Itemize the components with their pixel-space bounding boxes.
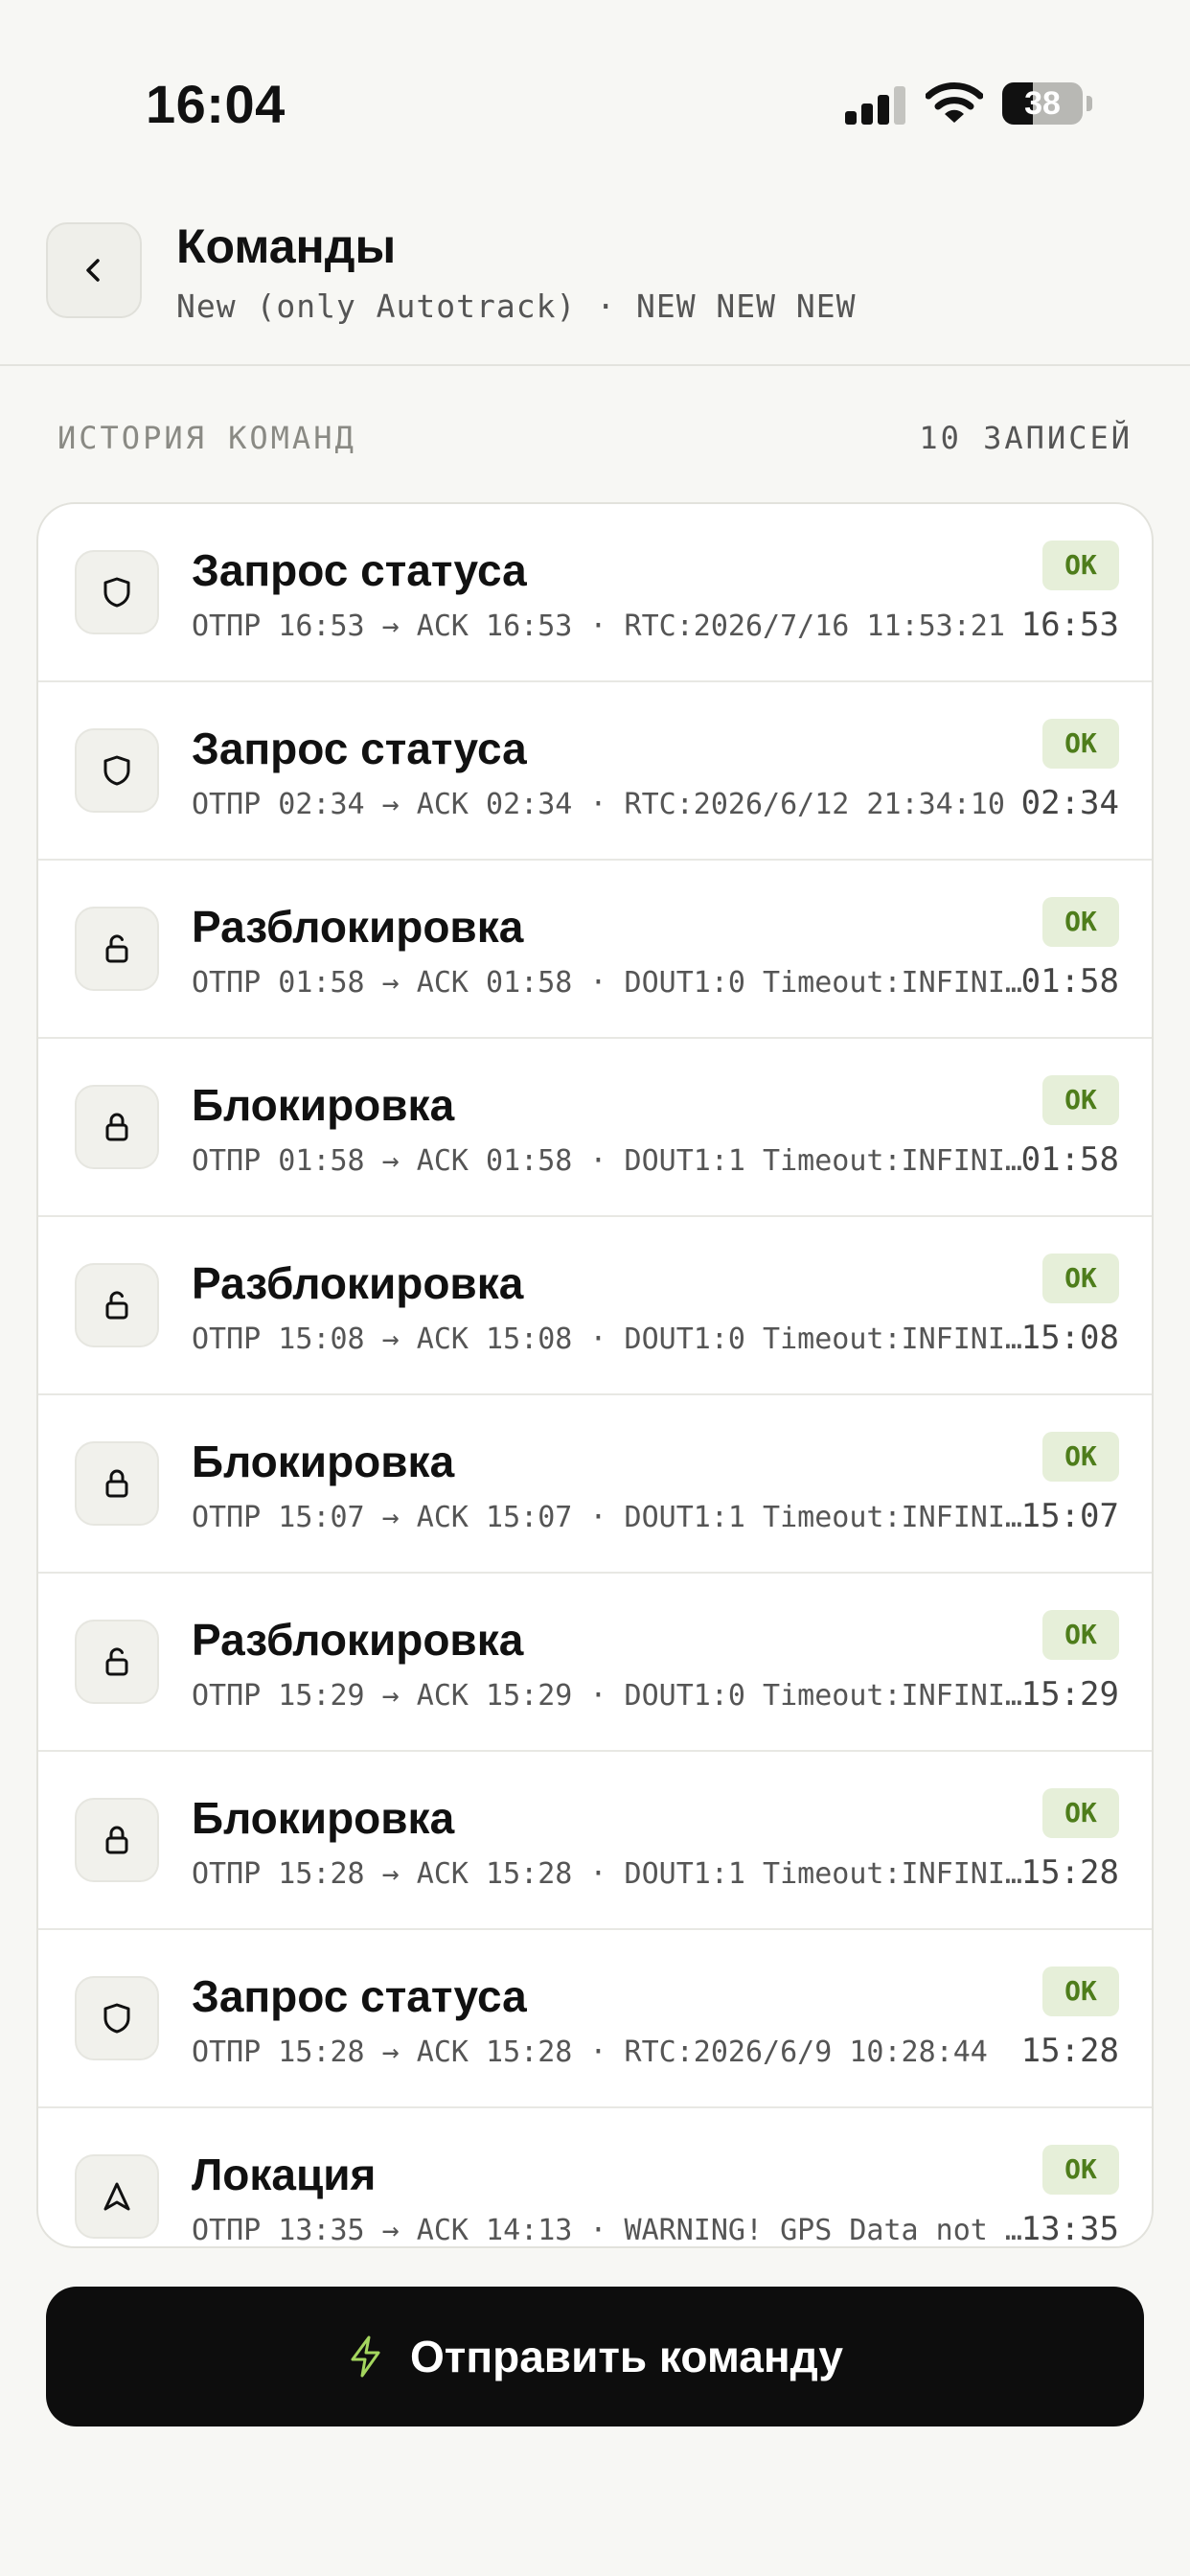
status-badge: OK: [1042, 1075, 1119, 1125]
command-time: 01:58: [1020, 1140, 1119, 1179]
status-badge: OK: [1042, 540, 1119, 590]
command-row[interactable]: Блокировка ОТПР 15:07 → АСК 15:07 · DOUT1…: [38, 1395, 1152, 1574]
status-badge: OK: [1042, 1610, 1119, 1660]
command-meta: ОТПР 01:58 → АСК 01:58 · DOUT1:1 Timeout…: [192, 1144, 1025, 1178]
status-time: 16:04: [146, 74, 286, 134]
battery-icon: 38: [1002, 82, 1094, 125]
command-row[interactable]: Запрос статуса ОТПР 16:53 → АСК 16:53 · R…: [38, 504, 1152, 682]
command-title: Блокировка: [192, 1793, 455, 1843]
status-badge: OK: [1042, 1788, 1119, 1838]
command-row[interactable]: Запрос статуса ОТПР 15:28 → АСК 15:28 · R…: [38, 1930, 1152, 2108]
command-title: Локация: [192, 2150, 377, 2199]
command-time: 02:34: [1020, 784, 1119, 822]
command-title: Блокировка: [192, 1437, 455, 1486]
command-title: Запрос статуса: [192, 545, 527, 595]
lightning-icon: [351, 2335, 380, 2378]
command-row[interactable]: Локация ОТПР 13:35 → АСК 14:13 · WARNING!…: [38, 2108, 1152, 2248]
command-title: Разблокировка: [192, 1615, 524, 1665]
command-row[interactable]: Запрос статуса ОТПР 02:34 → АСК 02:34 · R…: [38, 682, 1152, 861]
command-time: 15:07: [1020, 1497, 1119, 1535]
command-meta: ОТПР 02:34 → АСК 02:34 · RTC:2026/6/12 2…: [192, 788, 1005, 821]
command-time: 15:28: [1020, 1853, 1119, 1892]
command-meta: ОТПР 01:58 → АСК 01:58 · DOUT1:0 Timeout…: [192, 966, 1025, 1000]
command-title: Разблокировка: [192, 902, 524, 952]
page-title: Команды: [176, 219, 397, 273]
header: Команды New (only Autotrack) · NEW NEW N…: [0, 192, 1190, 366]
command-meta: ОТПР 13:35 → АСК 14:13 · WARNING! GPS Da…: [192, 2214, 1025, 2247]
page-subtitle: New (only Autotrack) · NEW NEW NEW: [176, 288, 857, 325]
send-command-button[interactable]: Отправить команду: [46, 2287, 1144, 2426]
unlock-icon: [75, 1263, 159, 1347]
command-title: Запрос статуса: [192, 1971, 527, 2021]
command-meta: ОТПР 15:28 → АСК 15:28 · RTC:2026/6/9 10…: [192, 2036, 988, 2069]
status-badge: OK: [1042, 1254, 1119, 1303]
status-badge: OK: [1042, 1432, 1119, 1482]
command-time: 15:29: [1020, 1675, 1119, 1714]
unlock-icon: [75, 907, 159, 991]
chevron-left-icon: [86, 259, 100, 282]
command-time: 01:58: [1020, 962, 1119, 1000]
command-row[interactable]: Разблокировка ОТПР 15:29 → АСК 15:29 · DO…: [38, 1574, 1152, 1752]
command-time: 16:53: [1020, 606, 1119, 644]
command-row[interactable]: Блокировка ОТПР 15:28 → АСК 15:28 · DOUT1…: [38, 1752, 1152, 1930]
status-badge: OK: [1042, 1966, 1119, 2016]
command-row[interactable]: Блокировка ОТПР 01:58 → АСК 01:58 · DOUT1…: [38, 1039, 1152, 1217]
command-time: 15:08: [1020, 1319, 1119, 1357]
command-time: 13:35: [1020, 2210, 1119, 2248]
shield-icon: [75, 728, 159, 813]
cellular-signal-icon: [845, 86, 906, 125]
shield-icon: [75, 1976, 159, 2060]
command-meta: ОТПР 15:07 → АСК 15:07 · DOUT1:1 Timeout…: [192, 1501, 1025, 1534]
lock-icon: [75, 1798, 159, 1882]
status-badge: OK: [1042, 897, 1119, 947]
command-meta: ОТПР 16:53 → АСК 16:53 · RTC:2026/7/16 1…: [192, 610, 1005, 643]
command-time: 15:28: [1020, 2032, 1119, 2070]
navigation-icon: [75, 2154, 159, 2239]
unlock-icon: [75, 1620, 159, 1704]
command-title: Блокировка: [192, 1080, 455, 1130]
status-badge: OK: [1042, 719, 1119, 769]
lock-icon: [75, 1441, 159, 1526]
command-meta: ОТПР 15:08 → АСК 15:08 · DOUT1:0 Timeout…: [192, 1322, 1025, 1356]
record-count: 10 ЗАПИСЕЙ: [919, 420, 1133, 456]
shield-icon: [75, 550, 159, 634]
back-button[interactable]: [46, 222, 142, 318]
send-command-label: Отправить команду: [410, 2332, 843, 2381]
command-title: Запрос статуса: [192, 724, 527, 773]
battery-level: 38: [1024, 85, 1061, 122]
command-row[interactable]: Разблокировка ОТПР 01:58 → АСК 01:58 · DO…: [38, 861, 1152, 1039]
wifi-icon: [926, 82, 983, 123]
lock-icon: [75, 1085, 159, 1169]
command-meta: ОТПР 15:29 → АСК 15:29 · DOUT1:0 Timeout…: [192, 1679, 1025, 1713]
command-row[interactable]: Разблокировка ОТПР 15:08 → АСК 15:08 · DO…: [38, 1217, 1152, 1395]
command-title: Разблокировка: [192, 1258, 524, 1308]
section-label: ИСТОРИЯ КОМАНД: [57, 420, 356, 456]
command-history-list[interactable]: Запрос статуса ОТПР 16:53 → АСК 16:53 · R…: [36, 502, 1154, 2248]
command-meta: ОТПР 15:28 → АСК 15:28 · DOUT1:1 Timeout…: [192, 1857, 1025, 1891]
status-bar: 16:04 38: [0, 0, 1190, 192]
status-badge: OK: [1042, 2145, 1119, 2195]
